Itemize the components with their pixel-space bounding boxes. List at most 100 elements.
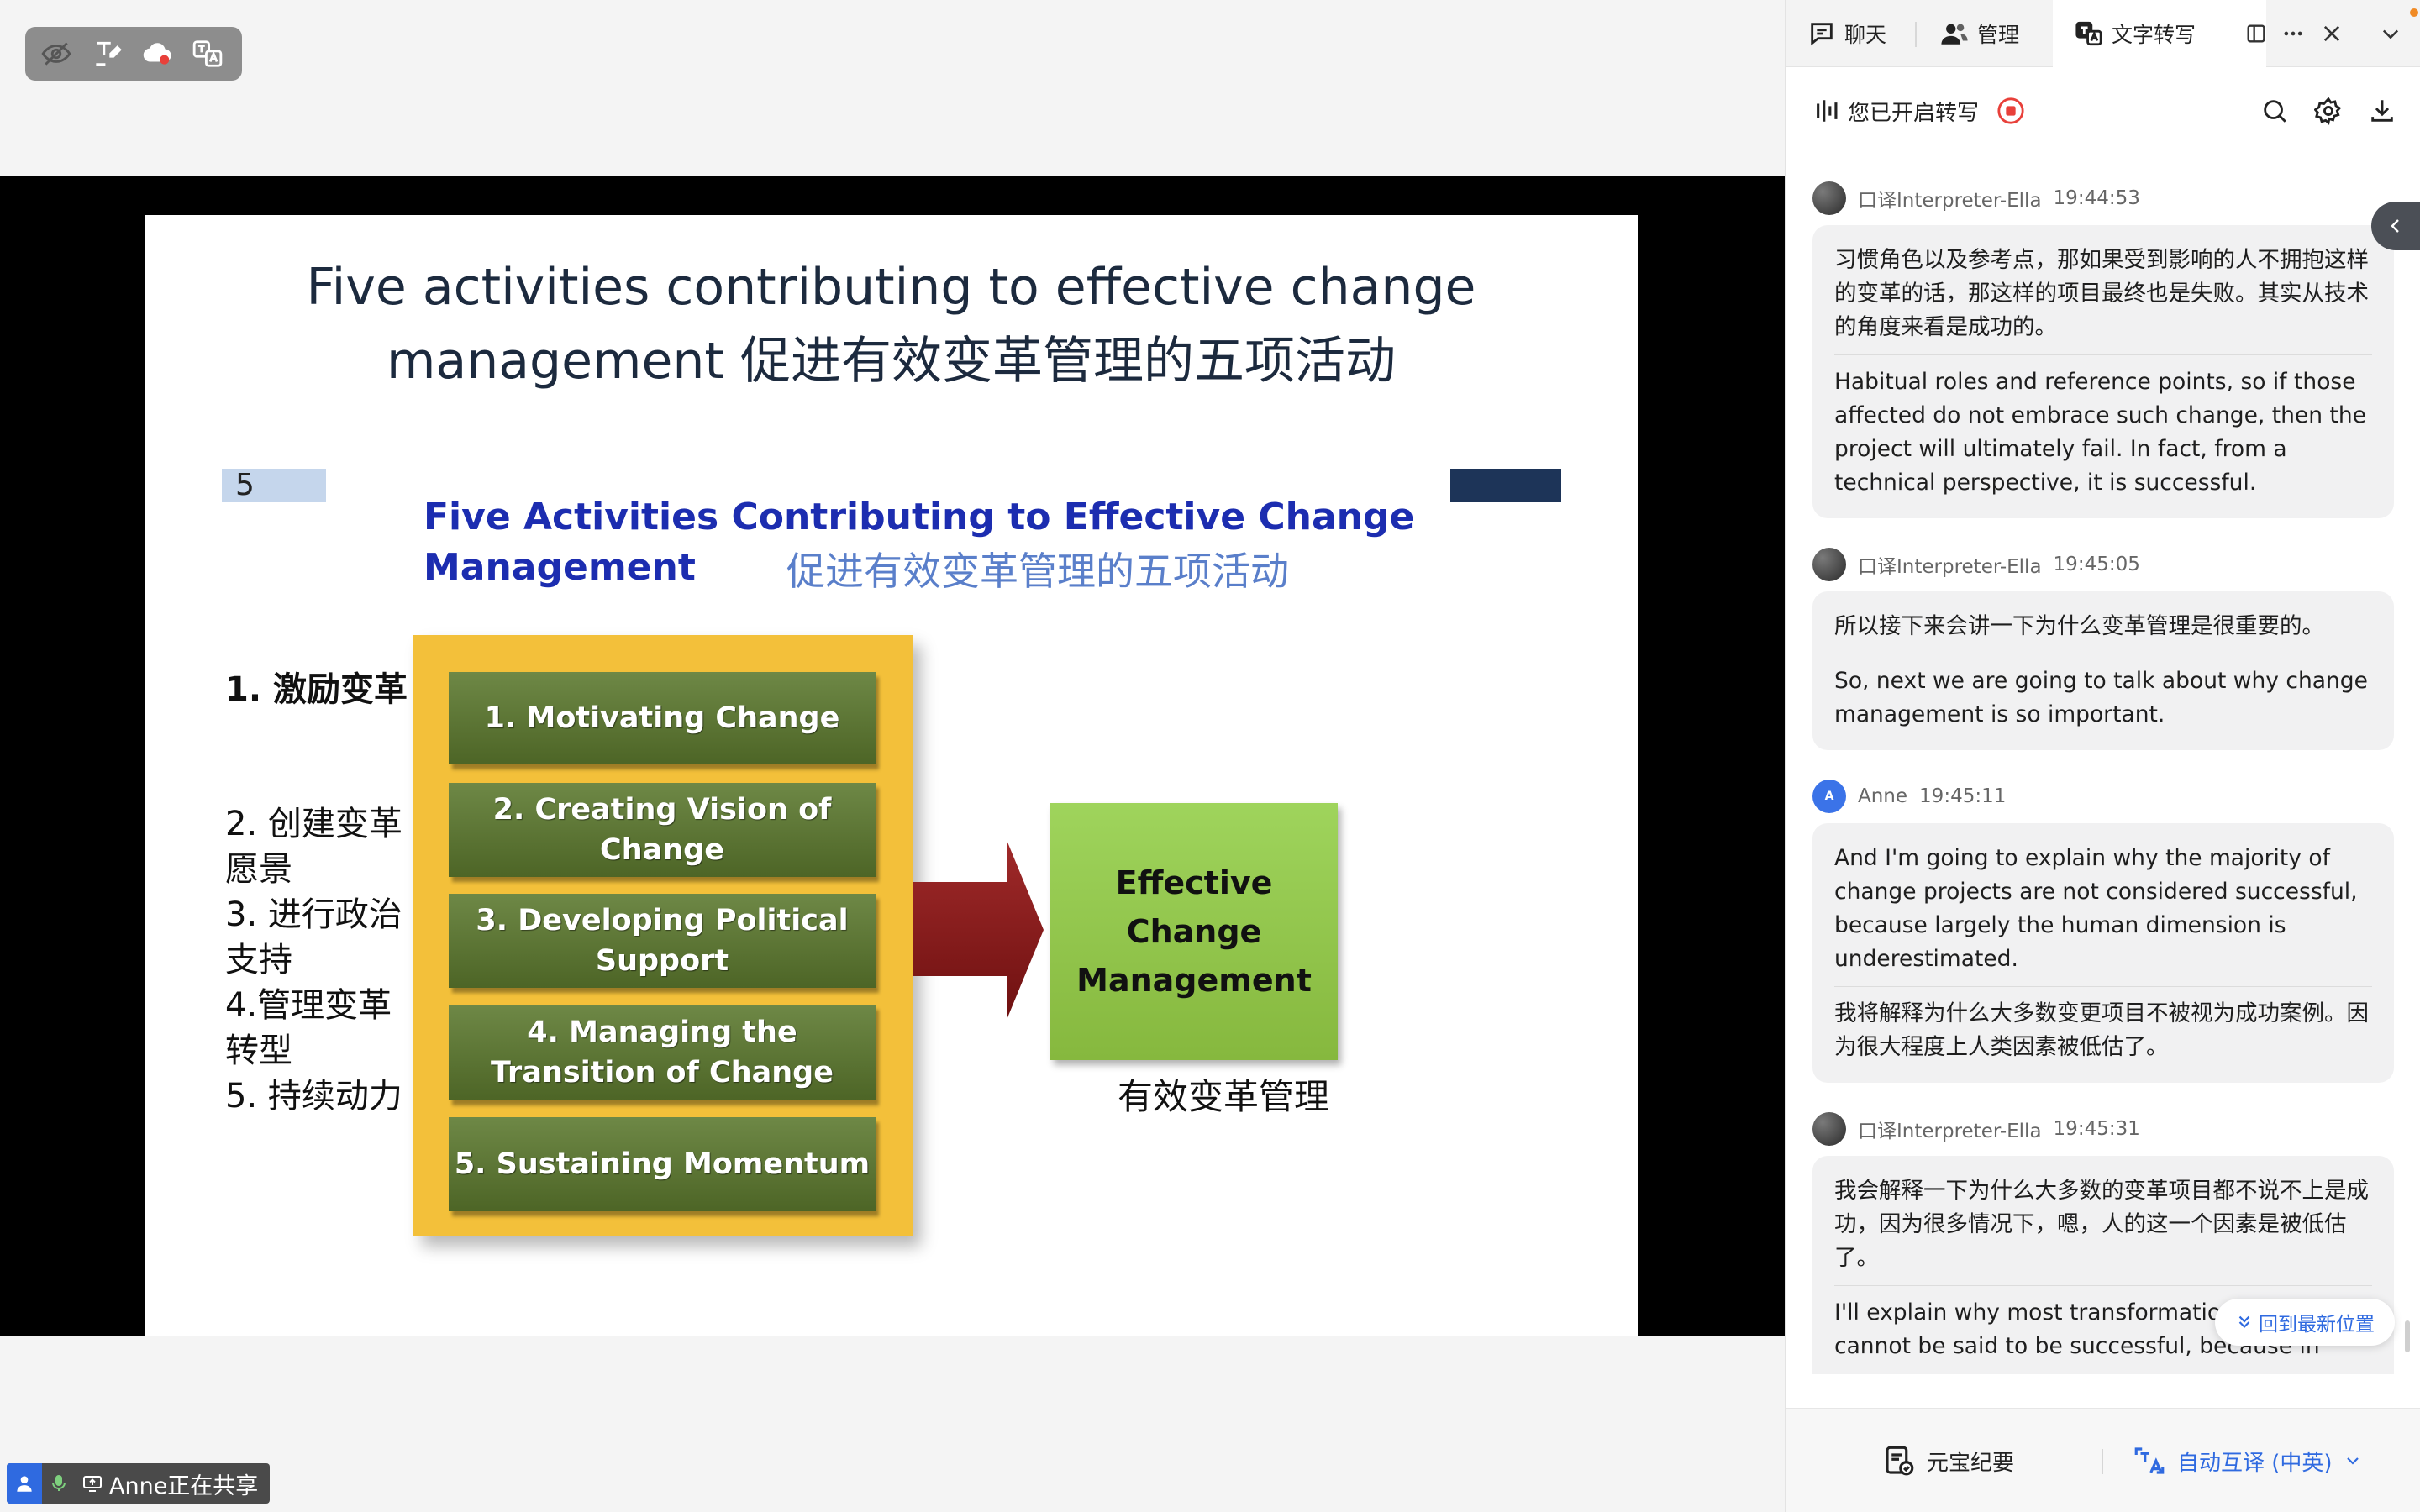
screen-share-icon (76, 1463, 109, 1504)
summary-button[interactable]: 元宝纪要 (1881, 1441, 2014, 1481)
floating-toolbar (25, 27, 242, 81)
speaker-row: 口译Interpreter-Ella 19:45:05 (1812, 546, 2140, 583)
transcript-text: 所以接下来会讲一下为什么变革管理是很重要的。 (1834, 613, 2324, 639)
activities-box: 1. Motivating Change 2. Creating Vision … (413, 635, 913, 1236)
jump-to-latest-button[interactable]: 回到最新位置 (2215, 1299, 2395, 1346)
cn-item: 1. 激励变革 (225, 670, 408, 709)
audio-wave-icon (1811, 94, 1844, 128)
summary-icon (1886, 1446, 1914, 1476)
avatar (1812, 1112, 1846, 1146)
annotate-icon[interactable] (89, 36, 124, 71)
side-panel: 聊天 管理 文字转写 您已开启转写 口译Interpreter-Ella 19:… (1785, 0, 2420, 1512)
transcript-bubble[interactable]: 所以接下来会讲一下为什么变革管理是很重要的。 So, next we are g… (1812, 591, 2394, 750)
activity-bar: 5. Sustaining Momentum (449, 1117, 876, 1211)
bottom-divider (2102, 1449, 2103, 1474)
slide-title-line-2: management 促进有效变革管理的五项活动 (387, 332, 1396, 391)
avatar (1812, 548, 1846, 581)
tab-transcribe[interactable]: 文字转写 (2053, 0, 2266, 67)
cn-item: 5. 持续动力 (225, 1077, 402, 1116)
chevron-down-icon (2346, 1457, 2359, 1465)
stop-record-icon[interactable] (1994, 94, 2028, 128)
panel-bottom-bar: 元宝纪要 自动互译 (中英) (1786, 1408, 2420, 1512)
chevron-left-icon (2391, 219, 2399, 233)
transcription-status: 您已开启转写 (1848, 101, 1980, 126)
close-icon[interactable] (2315, 17, 2349, 50)
popout-icon[interactable] (2239, 17, 2273, 50)
avatar: A (1812, 780, 1846, 813)
panel-tabs: 聊天 管理 文字转写 (1786, 0, 2420, 67)
double-chevron-down-icon (2238, 1315, 2250, 1329)
tab-transcribe-label: 文字转写 (2112, 23, 2196, 47)
effective-change-box: Effective Change Management (1050, 803, 1338, 1060)
transcript-bubble[interactable]: 习惯角色以及参考点，那如果受到影响的人不拥抱这样的变革的话，那这样的项目最终也是… (1812, 225, 2394, 518)
effective-change-cn: 有效变革管理 (1118, 1076, 1330, 1117)
user-icon (7, 1463, 42, 1504)
collapse-panel-button[interactable] (2371, 202, 2420, 250)
cn-item: 4.管理变革 (225, 986, 392, 1025)
diagram-title: Five Activities Contributing to Effectiv… (424, 492, 1432, 594)
avatar (1812, 181, 1846, 215)
auto-interpret-icon (2134, 1447, 2165, 1474)
speaker-row: 口译Interpreter-Ella 19:44:53 (1812, 180, 2140, 217)
tab-divider (1915, 22, 1917, 47)
sharing-indicator[interactable]: Anne正在共享 (7, 1463, 271, 1504)
activity-bar: 3. Developing Political Support (449, 894, 876, 988)
meeting-area: Five activities contributing to effectiv… (0, 0, 1785, 1512)
slide-header-bar (1450, 469, 1561, 502)
activity-bar: 2. Creating Vision of Change (449, 783, 876, 877)
app-root: Five activities contributing to effectiv… (0, 0, 2420, 1512)
transcript-text: 我会解释一下为什么大多数的变革项目都不说不上是成功，因为很多情况下，嗯，人的这一… (1834, 1178, 2369, 1271)
gear-icon[interactable] (2312, 94, 2345, 128)
auto-interpret-button[interactable]: 自动互译 (中英) (2132, 1441, 2363, 1481)
scrollbar-thumb[interactable] (2405, 1320, 2410, 1352)
timestamp: 19:45:31 (2053, 1118, 2140, 1140)
speaker-name: 口译Interpreter-Ella (1858, 190, 2042, 212)
summary-label: 元宝纪要 (1927, 1450, 2015, 1476)
speaker-name: 口译Interpreter-Ella (1858, 556, 2042, 578)
translate-icon[interactable] (190, 36, 225, 71)
tab-chat[interactable]: 聊天 (1807, 0, 1908, 67)
tab-chat-label: 聊天 (1844, 23, 1887, 47)
eye-off-icon[interactable] (39, 36, 74, 71)
transcript-text: 我将解释为什么大多数变更项目不被视为成功案例。因为很大程度上人类因素被低估了。 (1834, 986, 2372, 1074)
timestamp: 19:45:11 (1919, 785, 2007, 807)
diagram-title-en-line-1: Five Activities Contributing to Effectiv… (424, 496, 1415, 538)
download-icon[interactable] (2365, 94, 2399, 128)
slide-title-line-1: Five activities contributing to effectiv… (306, 258, 1476, 317)
more-options-icon[interactable] (2276, 17, 2310, 50)
notification-dot (2410, 8, 2418, 17)
transcribe-icon (2075, 21, 2102, 46)
cn-item: 2. 创建变革 (225, 805, 402, 843)
arrow-right-shape (913, 840, 1044, 1020)
transcript-text: So, next we are going to talk about why … (1834, 654, 2372, 742)
cn-item: 转型 (225, 1032, 292, 1070)
presentation-slide: Five activities contributing to effectiv… (145, 215, 1638, 1336)
activity-bar: 4. Managing the Transition of Change (449, 1005, 876, 1100)
transcript-text: 习惯角色以及参考点，那如果受到影响的人不拥抱这样的变革的话，那这样的项目最终也是… (1834, 247, 2369, 340)
auto-interpret-label: 自动互译 (中英) (2177, 1450, 2333, 1476)
transcript-text: And I'm going to explain why the majorit… (1834, 845, 2358, 972)
cloud-record-icon[interactable] (139, 36, 175, 71)
transcript-text: Habitual roles and reference points, so … (1834, 354, 2372, 510)
jump-to-latest-label: 回到最新位置 (2259, 1314, 2375, 1336)
sharing-text: Anne正在共享 (109, 1473, 259, 1499)
chevron-down-icon[interactable] (2374, 17, 2407, 50)
speaker-name: 口译Interpreter-Ella (1858, 1121, 2042, 1142)
tab-manage-label: 管理 (1977, 23, 2020, 47)
chat-icon (1811, 23, 1833, 46)
members-icon (1941, 24, 1968, 45)
slide-number: 5 (222, 469, 326, 502)
microphone-icon (42, 1463, 76, 1504)
transcript-bubble[interactable]: And I'm going to explain why the majorit… (1812, 823, 2394, 1083)
search-icon[interactable] (2258, 94, 2291, 128)
slide-title: Five activities contributing to effectiv… (145, 250, 1638, 398)
cn-item: 支持 (225, 941, 292, 979)
speaker-row: 口译Interpreter-Ella 19:45:31 (1812, 1110, 2140, 1147)
cn-item: 3. 进行政治 (225, 895, 402, 934)
timestamp: 19:45:05 (2053, 554, 2140, 575)
shared-screen: Five activities contributing to effectiv… (0, 176, 1785, 1336)
speaker-name: Anne (1858, 785, 1908, 807)
diagram-title-cn: 促进有效变革管理的五项活动 (786, 549, 1289, 594)
transcript-feed[interactable]: 口译Interpreter-Ella 19:44:53 习惯角色以及参考点，那如… (1786, 165, 2420, 1374)
cn-item: 愿景 (225, 850, 292, 889)
